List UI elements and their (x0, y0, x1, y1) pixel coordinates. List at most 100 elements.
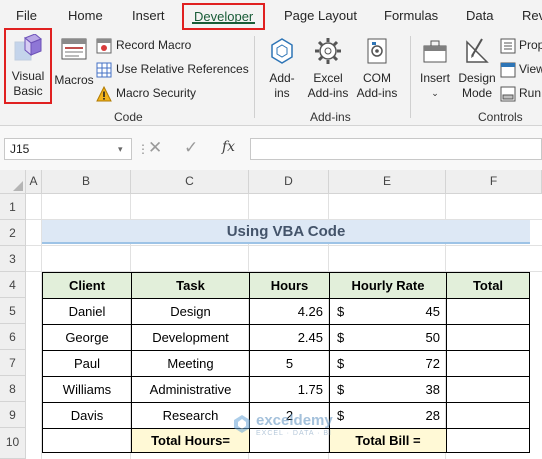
visual-basic-button[interactable]: Visual Basic (4, 28, 52, 104)
rate-cell[interactable]: $45 (329, 298, 447, 325)
insert-control-button[interactable]: Insert ⌄ (414, 36, 456, 106)
client-cell[interactable]: Williams (42, 376, 132, 403)
tab-insert[interactable]: Insert (132, 0, 165, 32)
client-cell[interactable]: Paul (42, 350, 132, 377)
row-header-3[interactable]: 3 (0, 246, 26, 272)
gridline (26, 245, 542, 246)
view-code-button[interactable]: View (500, 60, 542, 80)
row-header-10[interactable]: 10 (0, 428, 26, 459)
design-mode-button[interactable]: Design Mode (456, 36, 498, 106)
column-header-a[interactable]: A (26, 170, 42, 194)
task-cell[interactable]: Meeting (131, 350, 250, 377)
run-dialog-button[interactable]: Run (500, 84, 542, 104)
empty-cell[interactable] (42, 428, 132, 453)
visual-basic-icon (14, 33, 42, 61)
properties-button[interactable]: Prop (500, 36, 542, 56)
addins-group-label: Add-ins (310, 110, 351, 124)
total-cell[interactable] (446, 350, 530, 377)
visual-basic-label-line2: Basic (13, 84, 43, 98)
addins-label-line1: Add- (269, 71, 295, 85)
column-header-e[interactable]: E (329, 170, 446, 194)
client-cell[interactable]: Davis (42, 402, 132, 429)
row-header-4[interactable]: 4 (0, 272, 26, 298)
task-cell[interactable]: Design (131, 298, 250, 325)
row-header-1[interactable]: 1 (0, 194, 26, 220)
column-header-f[interactable]: F (446, 170, 542, 194)
code-group-label: Code (114, 110, 143, 124)
header-total[interactable]: Total (446, 272, 530, 299)
currency-symbol: $ (337, 304, 345, 319)
header-client[interactable]: Client (42, 272, 132, 299)
addins-label-line2: ins (274, 86, 290, 100)
hours-cell[interactable]: 2 (249, 402, 330, 429)
record-macro-label: Record Macro (116, 38, 192, 52)
formula-input[interactable] (250, 138, 542, 160)
hours-cell[interactable]: 4.26 (249, 298, 330, 325)
row-header-2[interactable]: 2 (0, 220, 26, 246)
task-cell[interactable]: Research (131, 402, 250, 429)
task-cell[interactable]: Development (131, 324, 250, 351)
name-box[interactable]: J15 (4, 138, 132, 160)
com-addins-label-line1: COM (363, 71, 391, 85)
tab-formulas[interactable]: Formulas (384, 0, 438, 32)
tab-page-layout[interactable]: Page Layout (284, 0, 357, 32)
hours-cell[interactable]: 5 (249, 350, 330, 377)
rate-cell[interactable]: $72 (329, 350, 447, 377)
macro-security-button[interactable]: Macro Security (96, 84, 246, 104)
column-header-d[interactable]: D (249, 170, 329, 194)
column-header-b[interactable]: B (42, 170, 131, 194)
row-header-9[interactable]: 9 (0, 402, 26, 428)
tab-home[interactable]: Home (68, 0, 103, 32)
rate-value: 50 (425, 330, 440, 345)
cancel-icon[interactable]: ✕ (148, 138, 162, 158)
record-macro-button[interactable]: Record Macro (96, 36, 246, 56)
header-hours[interactable]: Hours (249, 272, 330, 299)
macros-label: Macros (54, 73, 94, 87)
row-header-6[interactable]: 6 (0, 324, 26, 350)
total-hours-label[interactable]: Total Hours= (131, 428, 250, 453)
total-cell[interactable] (446, 324, 530, 351)
visual-basic-label-line1: Visual (11, 69, 45, 83)
use-relative-references-button[interactable]: Use Relative References (96, 60, 249, 80)
column-header-c[interactable]: C (131, 170, 249, 194)
tab-review[interactable]: Rev (522, 0, 542, 32)
row-header-5[interactable]: 5 (0, 298, 26, 324)
macros-icon (61, 38, 87, 60)
macros-button[interactable]: Macros (54, 36, 94, 102)
com-addins-label-line2: Add-ins (356, 86, 398, 100)
addins-button[interactable]: Add- ins (262, 36, 302, 106)
insert-function-icon[interactable]: fx (222, 139, 235, 155)
total-cell[interactable] (446, 376, 530, 403)
com-addins-button[interactable]: COM Add-ins (352, 36, 402, 106)
relative-references-icon (96, 62, 112, 78)
row-header-7[interactable]: 7 (0, 350, 26, 376)
rate-cell[interactable]: $38 (329, 376, 447, 403)
total-hours-value[interactable] (249, 428, 330, 453)
rate-cell[interactable]: $28 (329, 402, 447, 429)
total-cell[interactable] (446, 298, 530, 325)
rate-cell[interactable]: $50 (329, 324, 447, 351)
gear-icon (315, 38, 341, 64)
total-bill-label[interactable]: Total Bill = (329, 428, 447, 453)
name-box-dropdown-icon[interactable]: ▾ (118, 144, 123, 155)
enter-check-icon[interactable]: ✓ (184, 138, 198, 158)
tab-data[interactable]: Data (466, 0, 493, 32)
run-dialog-icon (500, 86, 516, 102)
hours-cell[interactable]: 1.75 (249, 376, 330, 403)
insert-control-label: Insert (419, 71, 450, 85)
tab-developer[interactable]: Developer (182, 3, 266, 30)
total-bill-value[interactable] (446, 428, 530, 453)
warning-icon (96, 86, 112, 102)
client-cell[interactable]: George (42, 324, 132, 351)
macro-security-label: Macro Security (116, 86, 197, 100)
controls-group-label: Controls (478, 110, 523, 124)
client-cell[interactable]: Daniel (42, 298, 132, 325)
task-cell[interactable]: Administrative (131, 376, 250, 403)
excel-addins-button[interactable]: Excel Add-ins (304, 36, 352, 106)
header-hourly-rate[interactable]: Hourly Rate (329, 272, 447, 299)
header-task[interactable]: Task (131, 272, 250, 299)
row-header-8[interactable]: 8 (0, 376, 26, 402)
select-all-corner[interactable] (0, 170, 26, 194)
hours-cell[interactable]: 2.45 (249, 324, 330, 351)
total-cell[interactable] (446, 402, 530, 429)
